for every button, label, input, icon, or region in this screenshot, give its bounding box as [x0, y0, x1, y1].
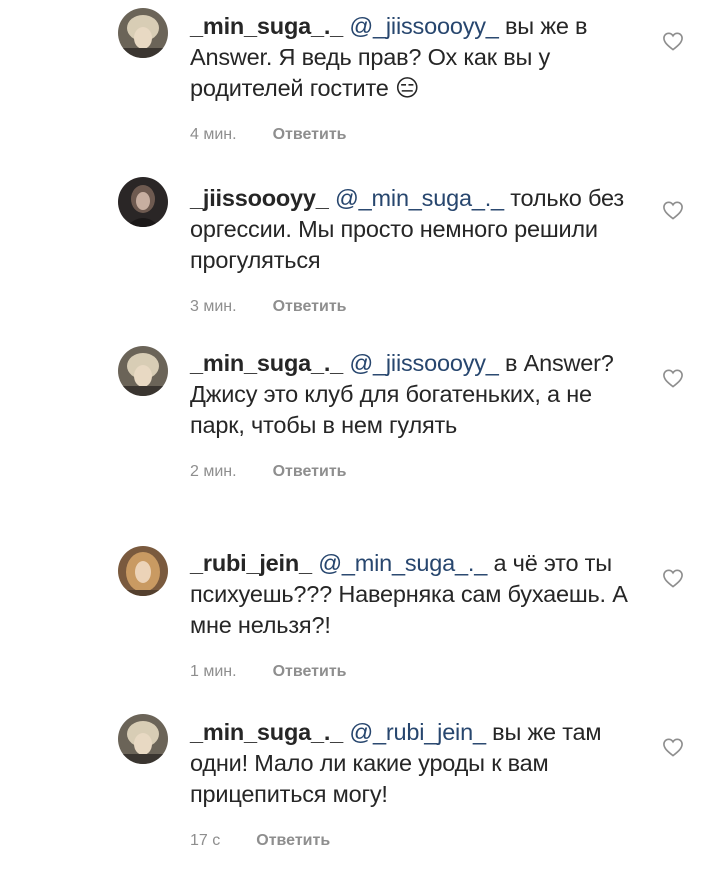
avatar[interactable]	[118, 177, 168, 227]
like-button[interactable]	[662, 568, 684, 588]
heart-outline-icon	[663, 201, 683, 220]
comment-mention[interactable]: @_min_suga_._	[335, 185, 504, 211]
avatar[interactable]	[118, 8, 168, 58]
heart-outline-icon	[663, 369, 683, 388]
comment-username[interactable]: _min_suga_._	[190, 13, 343, 39]
comment-time: 3 мин.	[190, 298, 237, 315]
reply-button[interactable]: Ответить	[273, 126, 347, 144]
comment-mention[interactable]: @_min_suga_._	[318, 550, 487, 576]
comment-text: _min_suga_._ @_jiissoooyy_ в Answer? Джи…	[190, 348, 640, 441]
comment-meta: 4 мин. Ответить	[190, 126, 640, 144]
like-button[interactable]	[662, 368, 684, 388]
heart-outline-icon	[663, 569, 683, 588]
comment-meta: 3 мин. Ответить	[190, 298, 640, 316]
comment-username[interactable]: _jiissoooyy_	[190, 185, 329, 211]
avatar-image	[118, 546, 168, 596]
comment-mention[interactable]: @_jiissoooyy_	[349, 13, 498, 39]
comment-meta: 2 мин. Ответить	[190, 463, 640, 481]
comment-body: _min_suga_._ @_jiissoooyy_ в Answer? Джи…	[190, 348, 640, 481]
avatar[interactable]	[118, 714, 168, 764]
like-button[interactable]	[662, 31, 684, 51]
comment-body: _jiissoooyy_ @_min_suga_._ только без ор…	[190, 183, 640, 316]
comment-body: _min_suga_._ @_jiissoooyy_ вы же в Answe…	[190, 11, 640, 144]
comment-mention[interactable]: @_rubi_jein_	[349, 719, 486, 745]
avatar[interactable]	[118, 346, 168, 396]
comment-username[interactable]: _min_suga_._	[190, 719, 343, 745]
comment-time: 17 с	[190, 832, 221, 849]
comment-time: 4 мин.	[190, 126, 237, 143]
comment-text: _min_suga_._ @_rubi_jein_ вы же там одни…	[190, 717, 640, 810]
avatar-image	[118, 714, 168, 764]
comment-username[interactable]: _rubi_jein_	[190, 550, 312, 576]
comment-meta: 1 мин. Ответить	[190, 663, 640, 681]
reply-button[interactable]: Ответить	[273, 463, 347, 481]
comment-body: _rubi_jein_ @_min_suga_._ а чё это ты пс…	[190, 548, 640, 681]
reply-button[interactable]: Ответить	[256, 832, 330, 850]
comment-text: _jiissoooyy_ @_min_suga_._ только без ор…	[190, 183, 640, 276]
like-button[interactable]	[662, 737, 684, 757]
heart-outline-icon	[663, 738, 683, 757]
heart-outline-icon	[663, 32, 683, 51]
avatar[interactable]	[118, 546, 168, 596]
reply-button[interactable]: Ответить	[273, 663, 347, 681]
comment-time: 2 мин.	[190, 463, 237, 480]
comment-mention[interactable]: @_jiissoooyy_	[349, 350, 498, 376]
comment-meta: 17 с Ответить	[190, 832, 640, 850]
avatar-image	[118, 346, 168, 396]
comment-text: _min_suga_._ @_jiissoooyy_ вы же в Answe…	[190, 11, 640, 104]
avatar-image	[118, 8, 168, 58]
comment-time: 1 мин.	[190, 663, 237, 680]
reply-button[interactable]: Ответить	[273, 298, 347, 316]
avatar-image	[118, 177, 168, 227]
comment-body: _min_suga_._ @_rubi_jein_ вы же там одни…	[190, 717, 640, 850]
like-button[interactable]	[662, 200, 684, 220]
comment-username[interactable]: _min_suga_._	[190, 350, 343, 376]
comment-text: _rubi_jein_ @_min_suga_._ а чё это ты пс…	[190, 548, 640, 641]
